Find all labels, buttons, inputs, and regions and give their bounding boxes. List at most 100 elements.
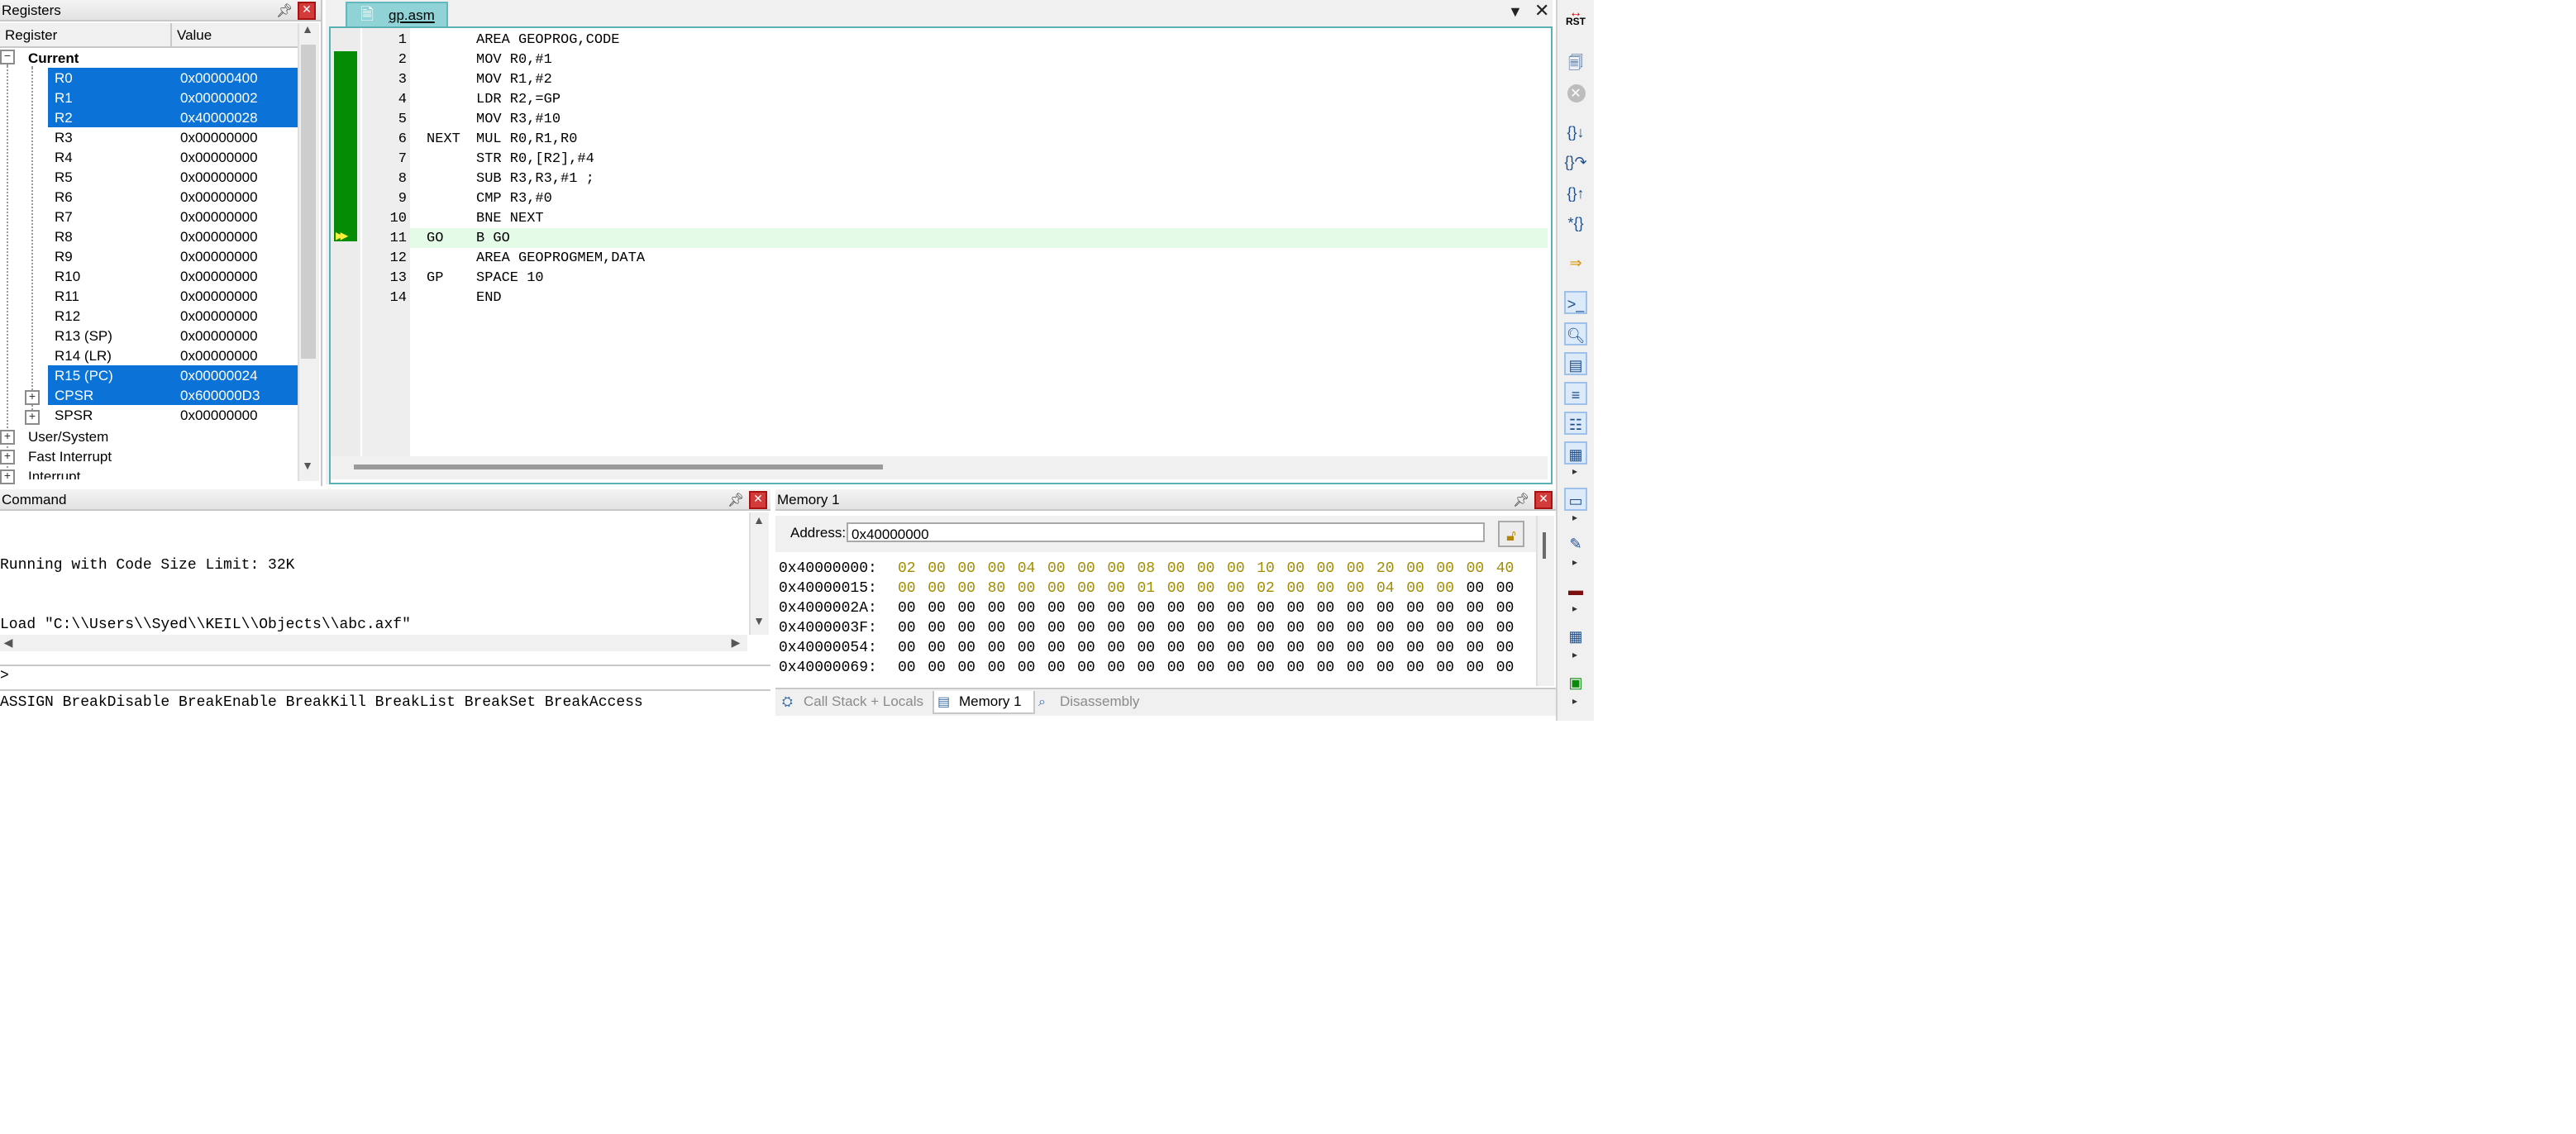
expand-icon[interactable]: + bbox=[0, 469, 15, 484]
memory-byte[interactable]: 00 bbox=[1436, 559, 1466, 579]
close-icon[interactable]: ✕ bbox=[1534, 491, 1553, 509]
register-row[interactable]: R1 0x00000002 bbox=[0, 88, 298, 107]
code-line[interactable]: 6 NEXT MUL R0,R1,R0 bbox=[331, 129, 1548, 149]
expand-icon[interactable]: + bbox=[25, 410, 40, 425]
close-icon[interactable]: ✕ bbox=[749, 491, 767, 509]
code-line[interactable]: 3 MOV R1,#2 bbox=[331, 69, 1548, 89]
memory-byte[interactable]: 00 bbox=[928, 559, 957, 579]
memory-byte[interactable]: 00 bbox=[988, 598, 1018, 618]
memory-byte[interactable]: 00 bbox=[1496, 579, 1526, 598]
memory-row[interactable]: 0x40000069: 00 00 00 00 00 00 00 00 00 00 00 00 00 00 0… bbox=[779, 658, 1526, 671]
memory-byte[interactable]: 00 bbox=[1376, 638, 1406, 658]
group-user-system[interactable]: User/System bbox=[28, 426, 108, 446]
register-row[interactable]: R12 0x00000000 bbox=[0, 306, 298, 326]
memory-byte[interactable]: 00 bbox=[1347, 658, 1376, 671]
register-row[interactable]: R9 0x00000000 bbox=[0, 246, 298, 266]
group-interrupt[interactable]: Interrupt bbox=[28, 466, 80, 479]
watch-window-icon[interactable]: ▦ bbox=[1564, 441, 1587, 465]
rst-icon[interactable]: ↔ RST bbox=[1564, 6, 1587, 30]
disassembly-window-icon[interactable]: 🔍︎ bbox=[1564, 322, 1587, 345]
memory-byte[interactable]: 00 bbox=[1138, 618, 1167, 638]
memory-byte[interactable]: 00 bbox=[928, 618, 957, 638]
register-value[interactable]: 0x00000000 bbox=[180, 326, 258, 345]
register-value[interactable]: 0x00000000 bbox=[180, 246, 258, 266]
dropdown-icon[interactable]: ▸ bbox=[1572, 603, 1577, 615]
memory-byte[interactable]: 00 bbox=[1317, 638, 1347, 658]
memory-byte[interactable]: 00 bbox=[1107, 579, 1137, 598]
memory-byte[interactable]: 00 bbox=[1467, 618, 1496, 638]
memory-row[interactable]: 0x40000015: 00 00 00 80 00 00 00 00 01 00 00 00 02 00 0… bbox=[779, 579, 1526, 598]
memory-byte[interactable]: 00 bbox=[1167, 559, 1197, 579]
command-hscrollbar[interactable]: ◀ ▶ bbox=[0, 635, 747, 651]
memory-byte[interactable]: 00 bbox=[957, 658, 987, 671]
dropdown-icon[interactable]: ▼ bbox=[1508, 3, 1523, 20]
scroll-up-icon[interactable]: ▲ bbox=[751, 516, 767, 527]
memory-byte[interactable]: 40 bbox=[1496, 559, 1526, 579]
memory-byte[interactable]: 00 bbox=[957, 618, 987, 638]
dropdown-icon[interactable]: ▸ bbox=[1572, 512, 1577, 524]
memory-byte[interactable]: 00 bbox=[957, 559, 987, 579]
dropdown-icon[interactable]: ▸ bbox=[1572, 466, 1577, 478]
trace-window-icon[interactable]: ▦ bbox=[1564, 625, 1587, 648]
step-over-icon[interactable]: {}↷ bbox=[1564, 150, 1587, 174]
scroll-right-icon[interactable]: ▶ bbox=[727, 636, 744, 650]
close-icon[interactable]: ✕ bbox=[298, 2, 316, 20]
register-row[interactable]: R4 0x00000000 bbox=[0, 147, 298, 167]
memory-byte[interactable]: 00 bbox=[1376, 658, 1406, 671]
memory-window-icon[interactable]: ▭ bbox=[1564, 488, 1587, 511]
memory-byte[interactable]: 00 bbox=[1018, 658, 1047, 671]
memory-byte[interactable]: 00 bbox=[988, 618, 1018, 638]
code-line[interactable]: 10 BNE NEXT bbox=[331, 208, 1548, 228]
code-line[interactable]: 1 AREA GEOPROG,CODE bbox=[331, 30, 1548, 50]
register-value[interactable]: 0x00000000 bbox=[180, 286, 258, 306]
register-row[interactable]: R6 0x00000000 bbox=[0, 187, 298, 207]
memory-byte[interactable]: 00 bbox=[1347, 618, 1376, 638]
register-column-header[interactable]: Register bbox=[0, 23, 172, 46]
memory-byte[interactable]: 00 bbox=[1467, 559, 1496, 579]
command-vscrollbar[interactable]: ▲ ▼ bbox=[749, 512, 769, 635]
memory-byte[interactable]: 00 bbox=[1018, 579, 1047, 598]
register-row[interactable]: R3 0x00000000 bbox=[0, 127, 298, 147]
editor-hscrollbar[interactable] bbox=[331, 456, 1548, 479]
scroll-down-icon[interactable]: ▼ bbox=[299, 461, 316, 473]
dropdown-icon[interactable]: ▸ bbox=[1572, 696, 1577, 708]
code-line[interactable]: 4 LDR R2,=GP bbox=[331, 89, 1548, 109]
memory-byte[interactable]: 00 bbox=[1018, 598, 1047, 618]
memory-byte[interactable]: 00 bbox=[1406, 598, 1436, 618]
scroll-down-icon[interactable]: ▼ bbox=[751, 617, 767, 628]
memory-byte[interactable]: 01 bbox=[1138, 579, 1167, 598]
memory-byte[interactable]: 00 bbox=[1018, 638, 1047, 658]
register-value[interactable]: 0x600000D3 bbox=[180, 385, 260, 405]
memory-byte[interactable]: 00 bbox=[1286, 579, 1316, 598]
memory-byte[interactable]: 00 bbox=[1406, 658, 1436, 671]
scroll-thumb[interactable] bbox=[301, 45, 316, 359]
memory-byte[interactable]: 00 bbox=[928, 579, 957, 598]
memory-byte[interactable]: 00 bbox=[1138, 658, 1167, 671]
register-row[interactable]: CPSR 0x600000D3 bbox=[0, 385, 298, 405]
scroll-thumb[interactable] bbox=[354, 465, 883, 469]
memory-byte[interactable]: 00 bbox=[1197, 559, 1227, 579]
memory-byte[interactable]: 00 bbox=[1257, 658, 1286, 671]
memory-byte[interactable]: 00 bbox=[1406, 559, 1436, 579]
memory-byte[interactable]: 00 bbox=[1257, 618, 1286, 638]
memory-byte[interactable]: 00 bbox=[1197, 579, 1227, 598]
memory-byte[interactable]: 00 bbox=[988, 559, 1018, 579]
memory-byte[interactable]: 00 bbox=[1286, 658, 1316, 671]
pin-icon[interactable]: 📌︎ bbox=[276, 3, 293, 18]
register-value[interactable]: 0x00000000 bbox=[180, 167, 258, 187]
scroll-left-icon[interactable]: ◀ bbox=[0, 636, 17, 650]
registers-scrollbar[interactable]: ▲ ▼ bbox=[298, 23, 319, 481]
memory-byte[interactable]: 00 bbox=[1286, 638, 1316, 658]
register-value[interactable]: 0x00000400 bbox=[180, 68, 258, 88]
memory-byte[interactable]: 00 bbox=[1167, 618, 1197, 638]
memory-byte[interactable]: 00 bbox=[1286, 618, 1316, 638]
system-viewer-icon[interactable]: ▣ bbox=[1564, 671, 1587, 694]
code-line[interactable]: 13 GP SPACE 10 bbox=[331, 268, 1548, 288]
register-value[interactable]: 0x00000000 bbox=[180, 207, 258, 226]
memory-byte[interactable]: 00 bbox=[1047, 658, 1077, 671]
memory-byte[interactable]: 00 bbox=[1467, 638, 1496, 658]
memory-byte[interactable]: 00 bbox=[898, 638, 928, 658]
register-value[interactable]: 0x00000002 bbox=[180, 88, 258, 107]
command-window-icon[interactable]: >_ bbox=[1564, 291, 1587, 314]
memory-row[interactable]: 0x40000000: 02 00 00 00 04 00 00 00 08 00 00 00 10 00 0… bbox=[779, 559, 1526, 579]
